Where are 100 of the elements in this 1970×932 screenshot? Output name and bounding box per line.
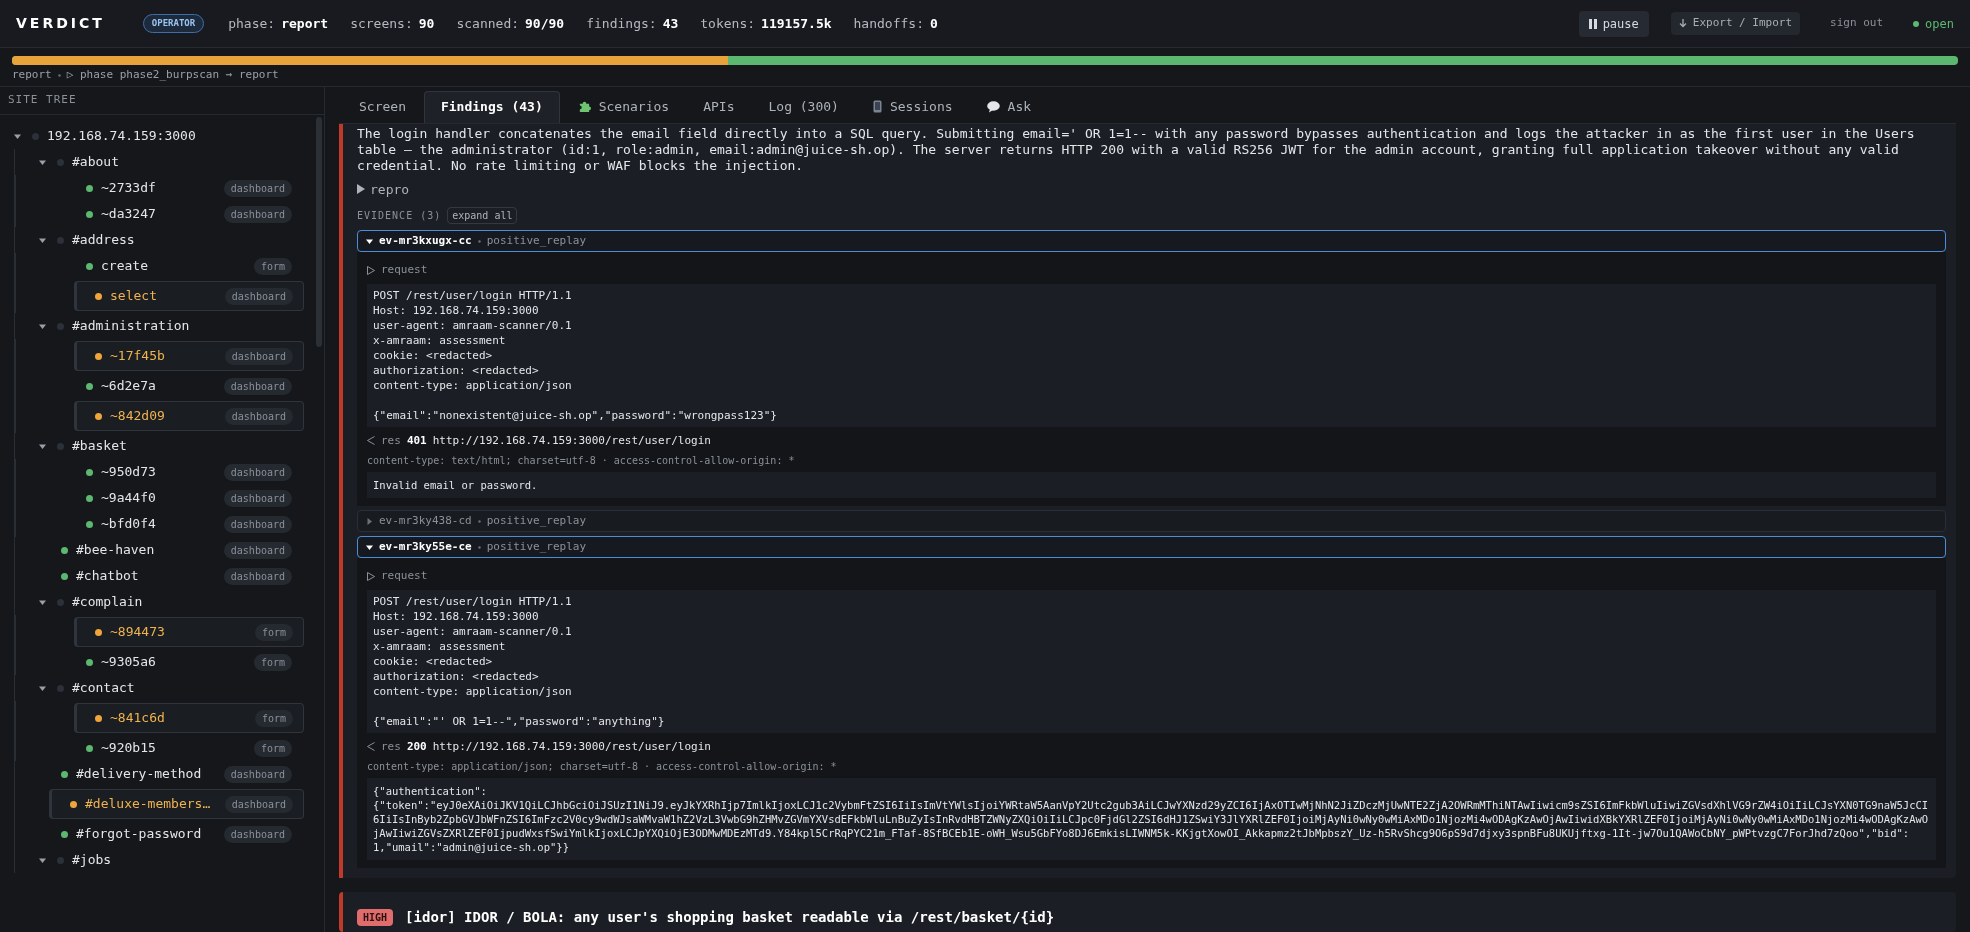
sign-out-link[interactable]: sign out <box>1830 15 1884 32</box>
type-tag: dashboard <box>223 205 292 223</box>
tree-label: ~842d09 <box>110 407 165 426</box>
role-badge: OPERATOR <box>142 13 205 34</box>
stat-value: 0 <box>930 14 938 33</box>
tree-label: #forgot-password <box>76 825 202 844</box>
tree-label: ~894473 <box>110 623 165 642</box>
status-code: 200 <box>406 738 427 755</box>
app-logo: VERDICT <box>16 14 105 33</box>
export-import-button[interactable]: Export / Import <box>1670 12 1801 35</box>
stat-label: screens: <box>350 14 413 33</box>
tree-item[interactable]: #chatbot dashboard <box>15 563 304 589</box>
separator-dot <box>57 74 61 77</box>
tree-item[interactable]: ~842d09 dashboard <box>74 401 304 431</box>
tree-item[interactable]: ~841c6d form <box>74 703 304 733</box>
separator-dot <box>477 545 481 549</box>
response-label: res <box>381 432 401 449</box>
connection-status: open <box>1925 15 1954 33</box>
tree-label: ~920b15 <box>101 739 156 758</box>
tree-item[interactable]: #about <box>15 149 304 175</box>
evidence-header[interactable]: ev-mr3ky438-cd positive_replay <box>357 510 1946 532</box>
response-label: res <box>381 738 401 755</box>
caret-icon <box>367 265 375 275</box>
pause-icon <box>1588 18 1597 29</box>
tab[interactable]: Log (300) <box>752 90 855 123</box>
response-url: http://192.168.74.159:3000/rest/user/login <box>432 738 711 755</box>
tree-item[interactable]: #delivery-method dashboard <box>15 761 304 787</box>
type-tag: dashboard <box>224 407 293 425</box>
stat-value: 43 <box>662 14 679 33</box>
evidence-label: EVIDENCE (3) <box>357 209 442 223</box>
tree-label: ~841c6d <box>110 709 165 728</box>
tab[interactable]: Sessions <box>856 90 969 123</box>
response-body: Invalid email or password. <box>367 472 1936 498</box>
tree-label: 192.168.74.159:3000 <box>47 127 196 146</box>
tab[interactable]: Findings (43) <box>423 90 560 123</box>
tree-label: ~da3247 <box>101 205 156 224</box>
type-tag: dashboard <box>223 567 292 585</box>
type-tag: dashboard <box>223 179 292 197</box>
type-tag: form <box>253 653 292 671</box>
tree-item[interactable]: #jobs <box>15 847 304 873</box>
tree-label: #about <box>72 153 119 172</box>
tree-item[interactable]: ~6d2e7a dashboard <box>16 373 304 399</box>
expand-toggle-icon[interactable] <box>39 856 46 864</box>
tree-label: ~6d2e7a <box>101 377 156 396</box>
repro-toggle[interactable]: repro <box>357 179 410 199</box>
expand-toggle-icon[interactable] <box>39 684 46 692</box>
tree-item[interactable]: #address <box>15 227 304 253</box>
request-toggle[interactable]: request <box>367 262 428 279</box>
tab[interactable]: Scenarios <box>561 90 686 123</box>
tree-item[interactable]: 192.168.74.159:3000 <box>14 123 304 149</box>
type-tag: form <box>254 623 293 641</box>
tree-item[interactable]: ~9305a6 form <box>16 649 304 675</box>
tree-label: #chatbot <box>76 567 139 586</box>
tree-item[interactable]: #bee-haven dashboard <box>15 537 304 563</box>
caret-icon <box>357 184 365 195</box>
tree-item[interactable]: ~894473 form <box>74 617 304 647</box>
expand-toggle-icon[interactable] <box>39 236 46 244</box>
stat-label: findings: <box>586 14 657 33</box>
tree-item[interactable]: ~950d73 dashboard <box>16 459 304 485</box>
pause-button[interactable]: pause <box>1578 10 1649 37</box>
tree-item[interactable]: #contact <box>15 675 304 701</box>
tree-item[interactable]: #administration <box>15 313 304 339</box>
caret-icon <box>367 571 375 581</box>
tab[interactable]: Ask <box>970 90 1048 123</box>
tree-item[interactable]: #basket <box>15 433 304 459</box>
expand-toggle-icon[interactable] <box>39 598 46 606</box>
tree-item[interactable]: #deluxe-members… dashboard <box>49 789 304 819</box>
breadcrumb-item[interactable]: ▷ phase phase2_burpscan → report <box>66 67 279 84</box>
tab[interactable]: Screen <box>343 90 422 123</box>
evidence-header[interactable]: ev-mr3kxugx-cc positive_replay <box>357 230 1946 252</box>
tree-item[interactable]: ~17f45b dashboard <box>74 341 304 371</box>
evidence-header[interactable]: ev-mr3ky55e-ce positive_replay <box>357 536 1946 558</box>
tree-item[interactable]: ~920b15 form <box>16 735 304 761</box>
finding-description: The login handler concatenates the email field directly into a SQL query. Submitting email=' OR 1=1-- with any password bypasses authentication and logs the attacker in as the first user in the Users table — the administrator (id:1, role:admin, email:admin@juice-sh.op). The server returns HTTP 200 with a valid RS256 JWT for the admin account, granting full application takeover without any valid credential. No rate limiting or WAF blocks the injection. <box>357 124 1916 174</box>
tree-item[interactable]: ~9a44f0 dashboard <box>16 485 304 511</box>
response-headers: content-type: application/json; charset=utf-8 · access-control-allow-origin: * <box>367 760 838 774</box>
tree-item[interactable]: ~bfd0f4 dashboard <box>16 511 304 537</box>
stat-value: 90/90 <box>525 14 565 33</box>
expand-all-button[interactable]: expand all <box>447 207 518 224</box>
expand-toggle-icon[interactable] <box>14 132 21 140</box>
tree-item[interactable]: select dashboard <box>74 281 304 311</box>
tab[interactable]: APIs <box>687 90 751 123</box>
tree-label: ~17f45b <box>110 347 165 366</box>
request-toggle[interactable]: request <box>367 568 428 585</box>
tree-item[interactable]: #forgot-password dashboard <box>15 821 304 847</box>
tree-item[interactable]: ~da3247 dashboard <box>16 201 304 227</box>
tree-label: ~bfd0f4 <box>101 515 156 534</box>
tree-item[interactable]: ~2733df dashboard <box>16 175 304 201</box>
tree-label: ~950d73 <box>101 463 156 482</box>
response-body: {"authentication": {"token":"eyJ0eXAiOiJKV1QiLCJhbGciOiJSUzI1NiJ9.eyJkYXRhIjp7ImlkIjoxLCJ1c2VybmFtZSI6IiIsImVtYWlsIjoiYWRtaW5AanVpY2Utc2gub3AiLCJwYXNzd29yZCI6IjAxOTIwMjNhN2JiZDczMjUwNTE2ZjA2OWRmMThiNTAwIiwicm9sZSI6ImFkbWluIiwiZGVsdXhlVG9rZW4iOiIiLCJsYXN0TG9naW5JcCI6IiIsInByb2ZpbGVJbWFnZSI6ImFzc2V0cy9wdWJsaWMvaW1hZ2VzL3VwbG9hZHMvZGVmYXVsdEFkbWluLnBuZyIsInRvdHBTZWNyZXQiOiIiLCJpc0FjdGl2ZSI6dHJ1ZSwiY3JlYXRlZEF0IjoiMjAyNi0wNy0wMiAxMDo1NjozMi4wODAgKzAwOjAwIiwidXBkYXRlZEF0IjoiMjAyNi0wNy0wMiAxMDo1NjozMi4wODAgKzAwOjAwIiwiZGVsZXRlZEF0IjpudWxsfSwiYmlkIjoxLCJpYXQiOjE3ODMwMDEzMTd9.Y84kpl5CrRqPYC21m_FTaf-8SfBCEb1E-oWH_Wsu5GbFYo8DJ6EmkisLIWNM5k-KKjgtXowOI_Akkapmz2tJbMpbszY_Uz-h5RvShcg9O6pS9d7djxy3spnBFu8UKUjftxg-1It-jw7Ou1QAWoCbNY_pWPtvzgC7ForJhd7zQoo","bid":1,"umail":"admin@juice-sh.op"}} <box>367 778 1936 860</box>
expand-toggle-icon[interactable] <box>39 442 46 450</box>
breadcrumb-item[interactable]: report <box>12 67 52 84</box>
tree-item[interactable]: #complain <box>15 589 304 615</box>
tree-item[interactable]: create form <box>16 253 304 279</box>
puzzle-icon <box>577 100 591 113</box>
stat-value: report <box>281 14 329 33</box>
expand-toggle-icon[interactable] <box>39 158 46 166</box>
tree-label: #contact <box>72 679 135 698</box>
expand-toggle-icon[interactable] <box>39 322 46 330</box>
type-tag: dashboard <box>223 515 292 533</box>
